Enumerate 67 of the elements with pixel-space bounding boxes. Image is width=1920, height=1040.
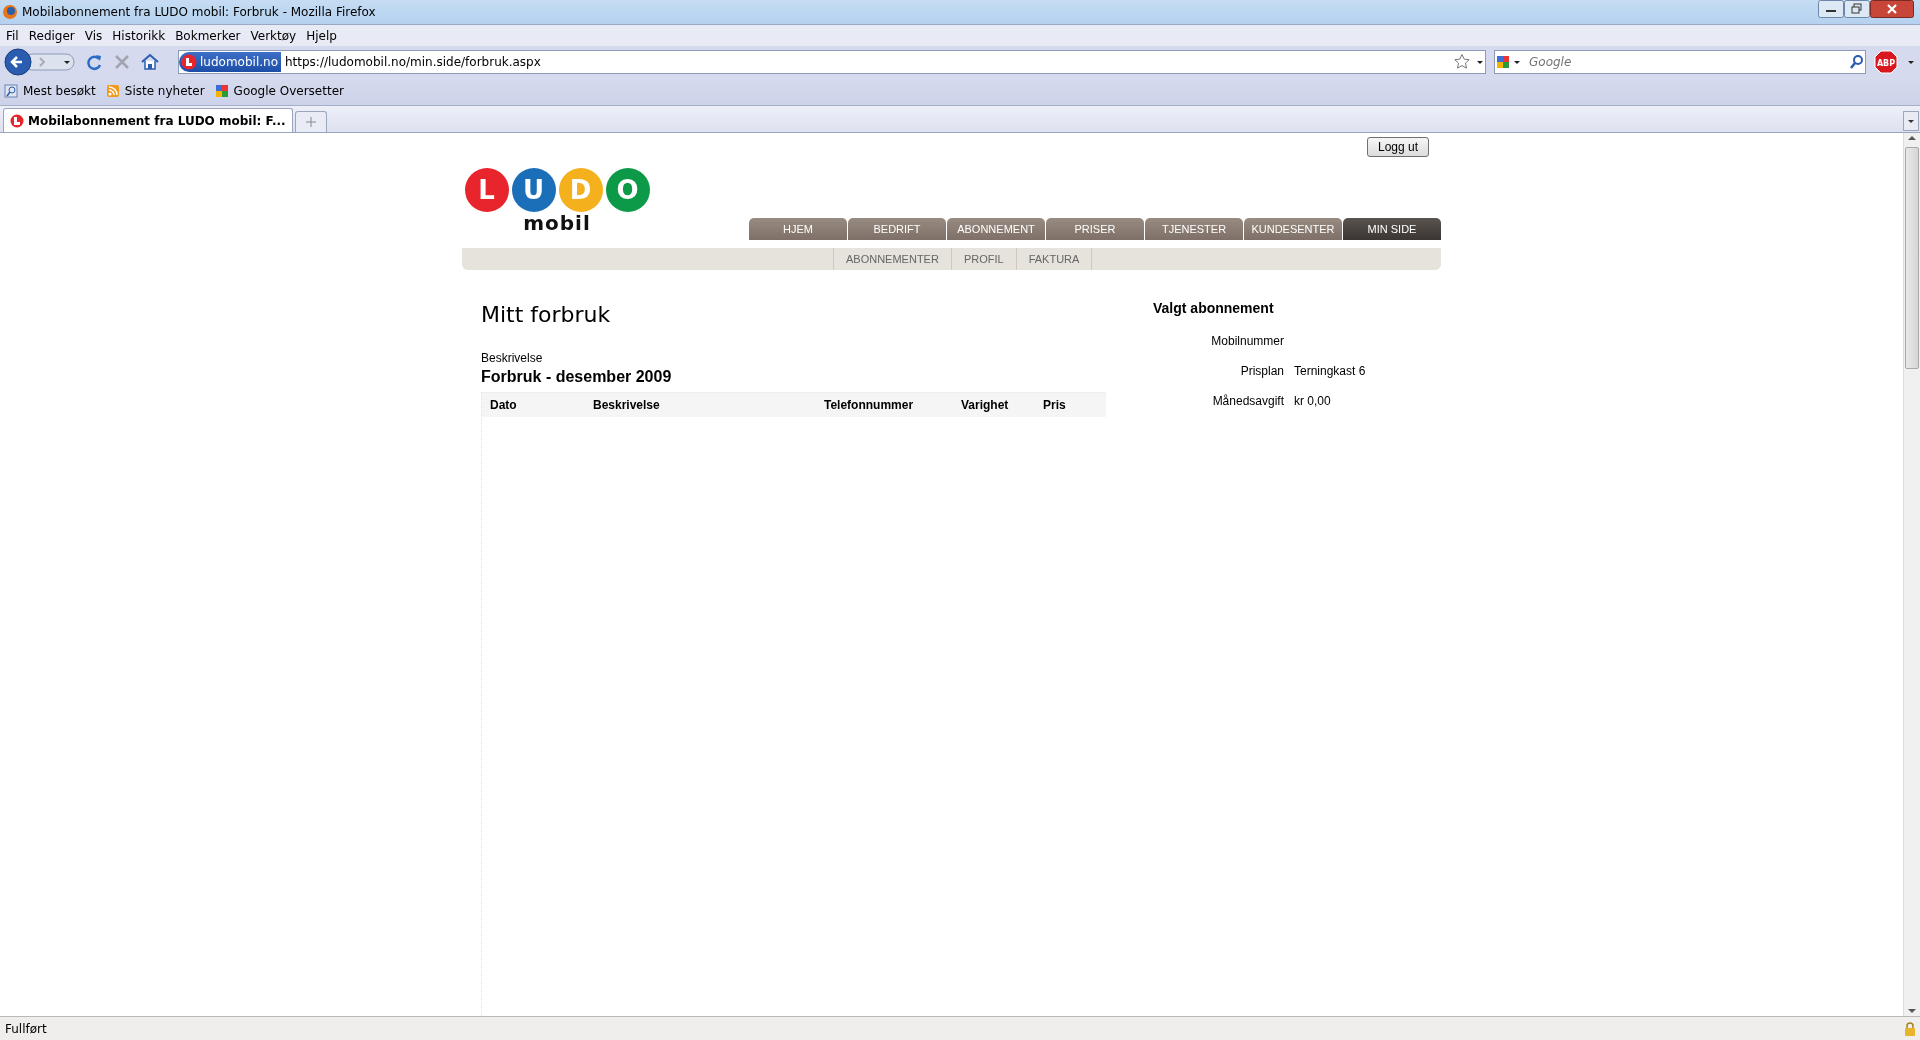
- star-icon[interactable]: [1453, 52, 1471, 71]
- colored-squares-icon: [214, 84, 229, 98]
- site-favicon-icon: [181, 53, 197, 70]
- logo-letter: D: [558, 168, 603, 212]
- description-label: Beskrivelse: [481, 351, 544, 365]
- column-header: Dato: [489, 398, 518, 412]
- menu-item[interactable]: Rediger: [24, 28, 81, 43]
- sub-nav-link[interactable]: ABONNEMENTER: [833, 248, 951, 270]
- site-identity-badge[interactable]: ludomobil.no: [179, 51, 281, 72]
- menu-item[interactable]: Fil: [2, 28, 25, 43]
- field-value: kr 0,00: [1294, 394, 1332, 410]
- bookmark-link[interactable]: Mest besøkt: [4, 84, 96, 98]
- logo-letter: U: [511, 168, 556, 212]
- tab-list-icon[interactable]: [1903, 111, 1919, 131]
- usage-title: Forbruk - desember 2009: [481, 368, 673, 386]
- search-icon[interactable]: [1849, 53, 1865, 70]
- logo-letter: L: [464, 168, 509, 212]
- logout-button[interactable]: Logg ut: [1366, 137, 1429, 157]
- menu-item[interactable]: Hjelp: [302, 28, 343, 43]
- browser-tab[interactable]: Mobilabonnement fra LUDO mobil: F...: [3, 108, 293, 132]
- status-text: Fullført: [5, 1021, 47, 1036]
- nav-tab[interactable]: HJEM: [749, 218, 847, 240]
- nav-tab[interactable]: ABONNEMENT: [947, 218, 1045, 240]
- address-field[interactable]: ludomobil.no https://ludomobil.no/min.side/forbruk.aspx: [178, 49, 1486, 74]
- column-header: Varighet: [960, 398, 1010, 412]
- logo-wordmark: mobil: [523, 214, 591, 232]
- sub-nav-link[interactable]: FAKTURA: [1015, 248, 1093, 270]
- restore-icon[interactable]: [1844, 0, 1870, 18]
- field-label: Prisplan: [1239, 364, 1284, 380]
- site-favicon-icon: [10, 113, 24, 128]
- vertical-scrollbar[interactable]: [1903, 133, 1920, 1016]
- search-bar[interactable]: Google: [1494, 49, 1866, 74]
- subscription-title: Valgt abonnement: [1153, 300, 1275, 316]
- magnifier-bookmark-icon: [4, 84, 18, 98]
- sub-nav-link[interactable]: PROFIL: [950, 248, 1016, 270]
- nav-tab[interactable]: BEDRIFT: [848, 218, 946, 240]
- field-label: Mobilnummer: [1210, 334, 1284, 350]
- page-heading: Mitt forbruk: [481, 302, 612, 327]
- nav-tab[interactable]: MIN SIDE: [1343, 218, 1441, 240]
- browser-logo-icon: [2, 4, 18, 20]
- menu-item[interactable]: Verktøy: [246, 28, 303, 43]
- back-forward-icon[interactable]: [4, 47, 76, 76]
- bookmark-link[interactable]: Siste nyheter: [105, 84, 205, 98]
- close-icon[interactable]: [1870, 0, 1914, 18]
- menu-item[interactable]: Bokmerker: [171, 28, 247, 43]
- logo-letter: O: [605, 168, 650, 212]
- menu-item[interactable]: Historikk: [108, 28, 172, 43]
- nav-tab[interactable]: TJENESTER: [1145, 218, 1243, 240]
- column-header: Telefonnummer: [823, 398, 915, 412]
- scrollbar-thumb[interactable]: [1905, 147, 1919, 369]
- field-value: Terningkast 6: [1294, 364, 1366, 380]
- bookmark-link[interactable]: Google Oversetter: [214, 84, 344, 98]
- nav-tab[interactable]: PRISER: [1046, 218, 1144, 240]
- adblock-icon[interactable]: ABP: [1874, 49, 1898, 74]
- plus-icon: [305, 117, 316, 127]
- field-label: Månedsavgift: [1211, 394, 1284, 410]
- feed-icon: [105, 84, 120, 98]
- nav-tab[interactable]: KUNDESENTER: [1244, 218, 1342, 240]
- window-title: Mobilabonnement fra LUDO mobil: Forbruk - Mozilla Firefox: [22, 5, 376, 19]
- padlock-icon: [1904, 1021, 1916, 1036]
- search-field[interactable]: Google: [1527, 53, 1845, 70]
- column-header: Beskrivelse: [592, 398, 661, 412]
- menu-item[interactable]: Vis: [80, 28, 109, 43]
- url-text: https://ludomobil.no/min.side/forbruk.aspx: [285, 54, 542, 69]
- home-icon[interactable]: [140, 51, 160, 72]
- minimize-icon[interactable]: [1818, 0, 1844, 18]
- column-header: Pris: [1042, 398, 1067, 412]
